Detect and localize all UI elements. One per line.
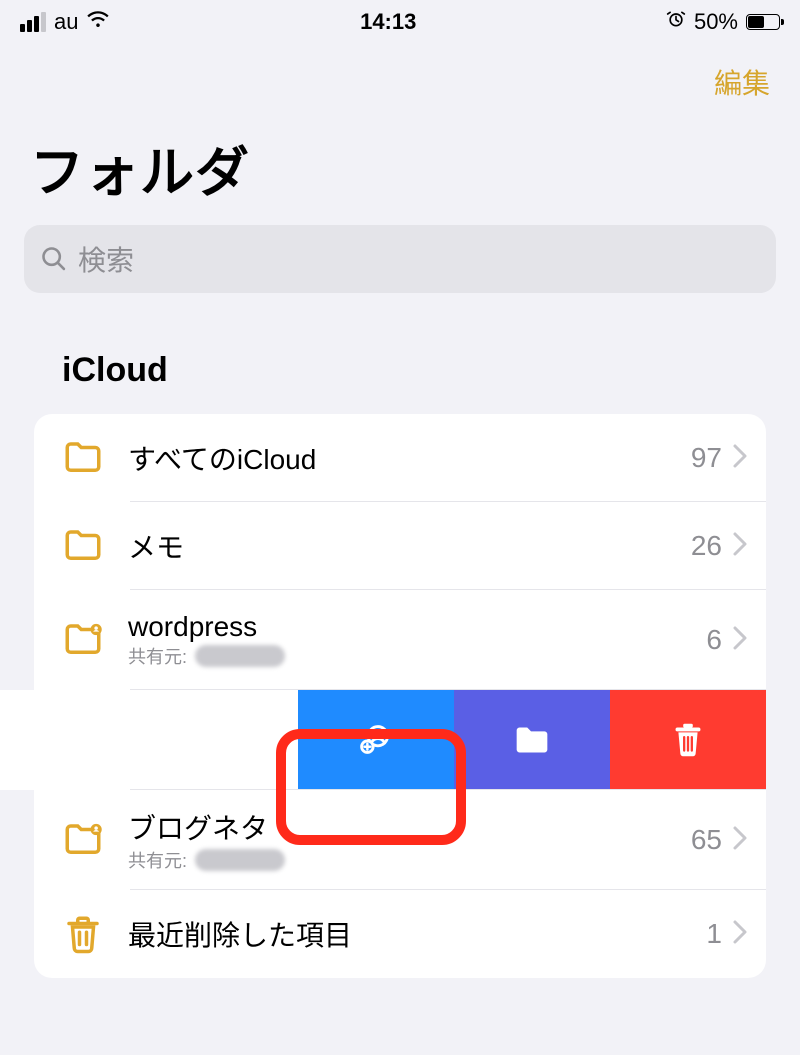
folder-icon [56, 437, 110, 479]
shared-folder-icon [56, 619, 110, 661]
folder-list: すべてのiCloud 97 メモ 26 wordpress [34, 414, 766, 978]
status-left: au [20, 7, 110, 37]
swipe-actions [298, 690, 766, 790]
edit-button[interactable]: 編集 [714, 62, 770, 102]
swipe-action-share[interactable] [298, 690, 454, 790]
folder-label: ブログネタ [128, 807, 691, 847]
chevron-right-icon [732, 919, 748, 950]
status-bar: au 14:13 50% [0, 0, 800, 44]
cellular-signal-icon [20, 12, 46, 32]
search-icon [40, 245, 68, 273]
folder-count: 65 [691, 824, 732, 856]
redacted-name [195, 645, 285, 667]
folder-row-recently-deleted[interactable]: 最近削除した項目 1 [34, 890, 766, 978]
search-placeholder: 検索 [78, 239, 134, 279]
nav-bar: 編集 [0, 44, 800, 102]
folder-count: 6 [706, 624, 732, 656]
trash-icon [56, 913, 110, 955]
shared-from-label: 共有元: [128, 847, 691, 873]
search-input[interactable]: 検索 [24, 225, 776, 293]
swipe-action-move[interactable] [454, 690, 610, 790]
battery-percent: 50% [694, 9, 738, 35]
wifi-icon [86, 7, 110, 37]
chevron-right-icon [732, 625, 748, 656]
shared-from-label: 共有元: [128, 643, 706, 669]
folder-label: 最近削除した項目 [128, 914, 706, 954]
chevron-right-icon [732, 825, 748, 856]
folder-row-all-icloud[interactable]: すべてのiCloud 97 [34, 414, 766, 502]
battery-icon [746, 14, 780, 30]
folder-row-swiped[interactable]: 0 [34, 690, 766, 790]
folder-count: 1 [706, 918, 732, 950]
chevron-right-icon [732, 531, 748, 562]
folder-label: メモ [128, 526, 691, 566]
alarm-icon [666, 9, 686, 35]
folder-icon [56, 525, 110, 567]
redacted-name [195, 849, 285, 871]
shared-folder-icon [56, 819, 110, 861]
folder-label: wordpress [128, 611, 706, 643]
folder-row-blog[interactable]: ブログネタ 共有元: 65 [34, 790, 766, 890]
folder-count: 26 [691, 530, 732, 562]
folder-label: すべてのiCloud [128, 438, 691, 478]
status-time: 14:13 [360, 9, 416, 35]
section-header-icloud: iCloud [0, 293, 800, 414]
chevron-right-icon [732, 443, 748, 474]
swipe-action-delete[interactable] [610, 690, 766, 790]
folder-count: 97 [691, 442, 732, 474]
folder-row-wordpress[interactable]: wordpress 共有元: 6 [34, 590, 766, 690]
page-title: フォルダ [0, 102, 800, 225]
carrier-label: au [54, 9, 78, 35]
folder-row-notes[interactable]: メモ 26 [34, 502, 766, 590]
status-right: 50% [666, 9, 780, 35]
